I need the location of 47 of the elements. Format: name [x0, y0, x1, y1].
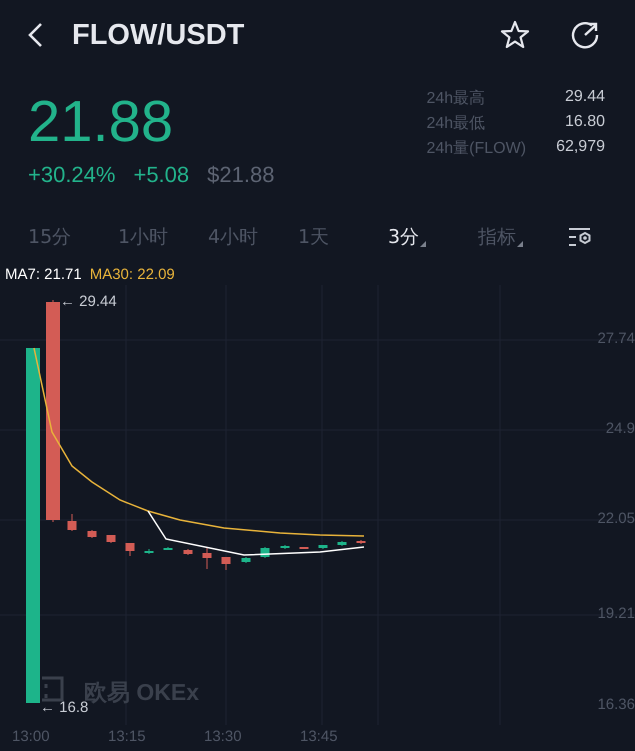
- candle: [144, 548, 154, 554]
- time-axis-label: 13:45: [300, 728, 338, 745]
- back-icon[interactable]: [27, 22, 43, 48]
- interval-tab[interactable]: 15分: [28, 224, 72, 250]
- candle: [242, 556, 250, 564]
- interval-tab[interactable]: 1天: [298, 224, 330, 250]
- candle: [164, 546, 172, 550]
- candle: [318, 544, 328, 550]
- interval-tab[interactable]: 3分: [388, 224, 420, 250]
- interval-tab[interactable]: 指标: [478, 224, 516, 250]
- ma-legend: MA30: 22.09: [90, 266, 175, 283]
- stat-label: 24h最高: [426, 88, 486, 109]
- candle: [88, 530, 96, 538]
- low-marker: ← 16.8: [40, 699, 88, 716]
- candle: [338, 540, 346, 546]
- stat-value: 16.80: [564, 113, 605, 132]
- candle: [68, 514, 76, 532]
- interval-tab[interactable]: 4小时: [208, 224, 258, 250]
- high-marker: ← 29.44: [60, 293, 117, 310]
- time-axis-label: 13:15: [108, 728, 146, 745]
- time-axis-label: 13:30: [204, 728, 242, 745]
- last-price: 21.88: [28, 90, 174, 154]
- watermark-icon: [40, 676, 64, 702]
- change-amount: +5.08: [133, 162, 190, 188]
- price-axis-label: 19.21: [597, 605, 635, 622]
- interval-tab[interactable]: 1小时: [118, 224, 168, 250]
- candle: [300, 546, 308, 549]
- refresh-icon[interactable]: [570, 20, 600, 50]
- time-axis-label: 13:00: [12, 728, 50, 745]
- stat-label: 24h量(FLOW): [426, 139, 526, 159]
- candle: [184, 548, 192, 556]
- candle: [106, 534, 116, 544]
- candle: [126, 542, 134, 556]
- change-percent: +30.24%: [28, 162, 116, 188]
- price-axis-label: 16.36: [597, 696, 635, 713]
- star-icon[interactable]: [500, 20, 530, 50]
- stat-value: 29.44: [564, 88, 605, 107]
- ma-legend: MA7: 21.71: [5, 266, 82, 283]
- candle: [222, 556, 230, 570]
- price-axis-label: 27.74: [597, 330, 635, 347]
- stat-value: 62,979: [556, 138, 605, 157]
- price-axis-label: 24.9: [606, 420, 635, 437]
- candle: [202, 548, 212, 570]
- price-axis-label: 22.05: [597, 510, 635, 527]
- usd-price: $21.88: [207, 162, 274, 188]
- pair-title: FLOW/USDT: [72, 18, 246, 52]
- stat-label: 24h最低: [426, 114, 486, 134]
